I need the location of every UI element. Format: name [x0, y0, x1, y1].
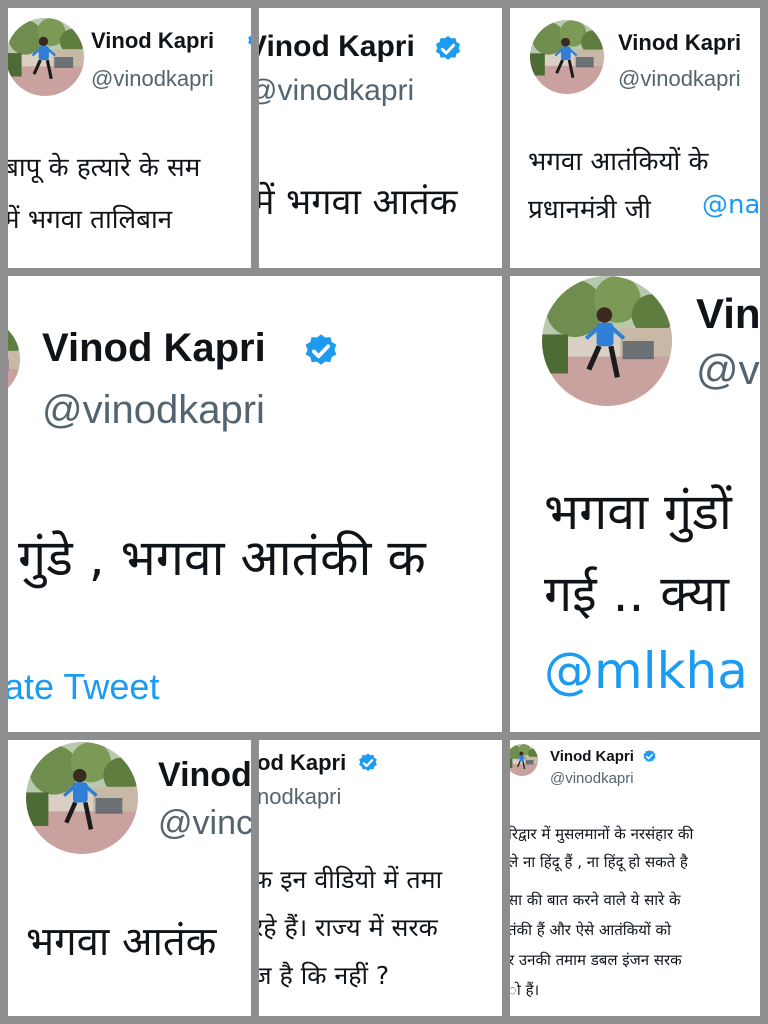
tweet-text-line: प्रधानमंत्री जी	[528, 195, 651, 225]
avatar	[26, 742, 138, 854]
verified-icon	[246, 30, 251, 52]
verified-icon	[357, 752, 379, 774]
avatar	[8, 318, 20, 400]
author-handle: @vinodkapri	[259, 74, 415, 107]
tweet-text-line: भगवा आतंक	[26, 919, 217, 965]
author-name: od Kapri	[259, 750, 347, 775]
avatar	[8, 18, 84, 96]
avatar-photo-icon	[510, 744, 538, 776]
author-handle: @vinc	[158, 804, 251, 842]
tweet-crop-4: Vinod Kapri @vinodkapri गुंडे , भगवा आतं…	[8, 276, 502, 732]
author-name: Vinod Kapri	[550, 748, 634, 765]
avatar-photo-icon	[8, 318, 20, 400]
avatar	[530, 20, 604, 94]
tweet-text-line: भगवा गुंडों	[544, 483, 732, 541]
author-handle: @vinodkapri	[550, 770, 634, 787]
author-name: Vinod	[158, 756, 251, 794]
mention-link[interactable]: @na	[702, 190, 760, 220]
tweet-text-line: फ इन वीडियो में तमा	[259, 865, 443, 894]
avatar-photo-icon	[26, 742, 138, 854]
verified-icon	[302, 332, 340, 370]
author-name: Vinod Kapri	[42, 326, 266, 370]
author-handle: @vinodkapri	[42, 388, 265, 432]
avatar	[542, 276, 672, 406]
tweet-text-line: भगवा आतंकियों के	[528, 147, 709, 177]
avatar-photo-icon	[8, 18, 84, 96]
tweet-text-line: सा की बात करने वाले ये सारे के	[510, 891, 681, 909]
tweet-text-line: ो हैं।	[510, 981, 540, 999]
tweet-crop-6: Vinod @vinc भगवा आतंक	[8, 740, 251, 1016]
tweet-text-line: रिद्वार में मुसलमानों के नरसंहार की	[510, 825, 694, 843]
translate-tweet-link[interactable]: ate Tweet	[8, 666, 159, 708]
author-name: Vinod Kapri	[259, 30, 415, 63]
tweet-text-line: ज है कि नहीं ?	[259, 961, 390, 990]
author-handle: nodkapri	[259, 784, 342, 809]
tweet-text-line: गई .. क्या	[544, 565, 729, 623]
tweet-text-line: तंकी हैं और ऐसे आतंकियों को	[510, 921, 671, 939]
tweet-text-line: र उनकी तमाम डबल इंजन सरक	[510, 951, 682, 969]
tweet-text-line: में भगवा आतंक	[259, 182, 458, 223]
tweet-text-line: रहे हैं। राज्य में सरक	[259, 913, 438, 942]
avatar-photo-icon	[530, 20, 604, 94]
tweet-text-line: गुंडे , भगवा आतंकी क	[18, 529, 426, 587]
verified-icon	[433, 34, 463, 64]
verified-icon	[642, 749, 657, 764]
author-name: Vin	[696, 290, 760, 337]
avatar	[510, 744, 538, 776]
tweet-text-line: ले ना हिंदू हैं , ना हिंदू हो सकते है	[510, 853, 688, 871]
author-name: Vinod Kapri	[91, 28, 215, 53]
tweet-crop-3: Vinod Kapri @vinodkapri भगवा आतंकियों के…	[510, 8, 760, 268]
author-handle: @vinodkapri	[618, 66, 741, 91]
tweet-text-line: बापू के हत्यारे के सम	[8, 153, 201, 183]
tweet-crop-1: Vinod Kapri @vinodkapri बापू के हत्यारे …	[8, 8, 251, 268]
tweet-crop-8: Vinod Kapri @vinodkapri रिद्वार में मुसल…	[510, 740, 760, 1016]
mention-link[interactable]: @mlkha	[544, 642, 748, 700]
tweet-text-line: में भगवा तालिबान	[8, 205, 173, 235]
tweet-crop-5: Vin @vi भगवा गुंडों गई .. क्या @mlkha	[510, 276, 760, 732]
author-name: Vinod Kapri	[618, 30, 742, 55]
author-handle: @vi	[696, 346, 760, 393]
tweet-crop-7: od Kapri nodkapri फ इन वीडियो में तमा रह…	[259, 740, 502, 1016]
avatar-photo-icon	[542, 276, 672, 406]
author-handle: @vinodkapri	[91, 66, 214, 91]
tweet-crop-2: Vinod Kapri @vinodkapri में भगवा आतंक	[259, 8, 502, 268]
